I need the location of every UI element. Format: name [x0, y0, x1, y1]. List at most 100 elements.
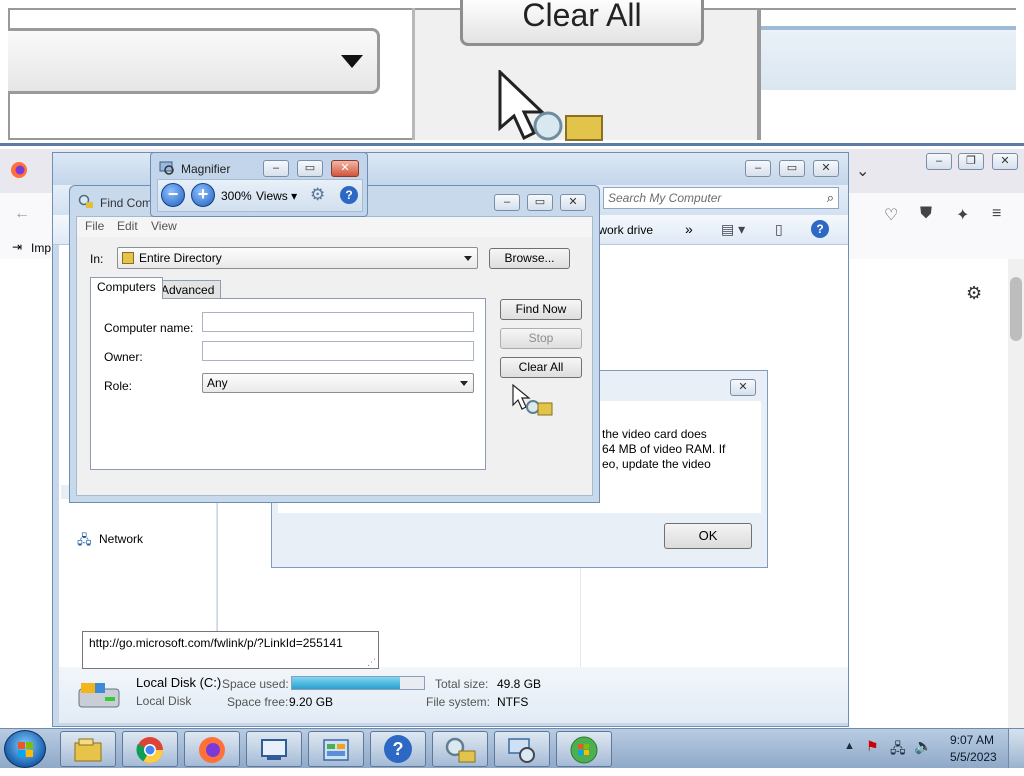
link-tooltip: http://go.microsoft.com/fwlink/p/?LinkId…	[82, 631, 379, 669]
taskbar: ? ▲ ⚑ 🖧 🔈 9:07 AM 5/5/2023	[0, 728, 1024, 768]
space-used-label: Space used:	[222, 677, 289, 691]
clear-all-button[interactable]: Clear All	[500, 357, 582, 378]
network-taskbar-icon[interactable]	[494, 731, 550, 767]
tab-list-chevron-icon[interactable]: ⌄	[856, 161, 869, 181]
in-location-value: Entire Directory	[139, 251, 222, 265]
magnifier-window: Magnifier – ▭ ✕ − + 300% Views ▾ ⚙ ?	[150, 152, 368, 217]
find-icon[interactable]	[432, 731, 488, 767]
firefox-taskbar-icon[interactable]	[184, 731, 240, 767]
role-dropdown[interactable]: Any	[202, 373, 474, 393]
show-hidden-icons-icon[interactable]: ▲	[844, 740, 855, 752]
pocket-icon[interactable]: ♡	[884, 205, 898, 225]
menu-icon[interactable]: ≡	[992, 205, 1001, 223]
owner-label: Owner:	[104, 350, 143, 364]
find-maximize-button[interactable]: ▭	[527, 194, 553, 211]
magnifier-help-icon[interactable]: ?	[340, 186, 358, 204]
menu-file[interactable]: File	[85, 219, 104, 233]
help-taskbar-icon[interactable]: ?	[370, 731, 426, 767]
magnifier-title: Magnifier	[181, 162, 231, 176]
network-status-icon[interactable]: 🖧	[890, 738, 906, 762]
windows-update-icon[interactable]	[556, 731, 612, 767]
more-commands-button[interactable]: »	[685, 221, 693, 237]
menu-edit[interactable]: Edit	[117, 219, 138, 233]
ublock-icon[interactable]: ⛊	[920, 205, 932, 223]
windows-logo-icon	[18, 742, 33, 757]
magnifier-lens-view: Clear All	[0, 0, 1024, 146]
browser-scroll-thumb[interactable]	[1010, 277, 1022, 341]
clock-date[interactable]: 5/5/2023	[950, 750, 997, 764]
browser-close-button[interactable]: ✕	[992, 153, 1018, 170]
space-free-label: Space free:	[227, 695, 289, 709]
find-minimize-button[interactable]: –	[494, 194, 520, 211]
explorer-minimize-button[interactable]: –	[745, 160, 771, 177]
clock-time[interactable]: 9:07 AM	[950, 733, 994, 747]
find-title-icon	[78, 194, 93, 208]
details-pane: Local Disk (C:) Local Disk Space used: S…	[59, 667, 848, 723]
preview-pane-icon[interactable]: ▯	[775, 221, 783, 238]
browse-button[interactable]: Browse...	[489, 248, 570, 269]
explorer-icon[interactable]	[60, 731, 116, 767]
nav-item-network[interactable]: Network	[99, 532, 143, 546]
space-used-fill	[292, 677, 401, 689]
stop-button: Stop	[500, 328, 582, 349]
find-dialog-title: Find Com	[100, 196, 153, 210]
volume-icon[interactable]: 🔈	[914, 737, 933, 755]
search-placeholder: Search My Computer	[608, 191, 722, 205]
lens-clear-all-button: Clear All	[460, 0, 704, 46]
total-size-value: 49.8 GB	[497, 677, 542, 691]
views-dropdown[interactable]: Views ▾	[256, 189, 297, 203]
extensions-icon[interactable]: ✦	[956, 205, 969, 225]
back-arrow-icon[interactable]: ←	[14, 205, 30, 223]
in-location-dropdown[interactable]: Entire Directory	[117, 247, 478, 269]
search-animation-icon	[512, 383, 553, 416]
magnifier-minimize-button[interactable]: –	[263, 160, 289, 177]
warning-line-2: 64 MB of video RAM. If	[602, 442, 726, 456]
lens-header-gradient	[761, 30, 1016, 90]
find-now-button[interactable]: Find Now	[500, 299, 582, 320]
start-button[interactable]	[4, 730, 46, 768]
warning-close-button[interactable]: ✕	[730, 379, 756, 396]
file-system-label: File system:	[426, 695, 491, 709]
menu-view[interactable]: View	[151, 219, 177, 233]
search-icon[interactable]: ⌕	[827, 190, 834, 206]
action-center-flag-icon[interactable]: ⚑	[866, 738, 879, 755]
role-value: Any	[207, 376, 228, 390]
search-input[interactable]: Search My Computer ⌕	[603, 187, 839, 209]
tab-computers[interactable]: Computers	[90, 277, 163, 299]
firefox-icon[interactable]	[10, 161, 28, 179]
browser-restore-button[interactable]: ❐	[958, 153, 984, 170]
gear-icon[interactable]: ⚙	[966, 283, 982, 304]
directory-icon	[122, 252, 134, 264]
control-panel-icon[interactable]	[308, 731, 364, 767]
computer-name-field[interactable]	[202, 312, 474, 332]
tab-advanced[interactable]: Advanced	[154, 280, 222, 300]
chrome-icon[interactable]	[122, 731, 178, 767]
find-close-button[interactable]: ✕	[560, 194, 586, 211]
view-options-icon[interactable]: ▤ ▾	[721, 221, 745, 238]
zoom-in-icon[interactable]: +	[191, 183, 215, 207]
gear-icon[interactable]: ⚙	[310, 185, 325, 205]
explorer-maximize-button[interactable]: ▭	[779, 160, 805, 177]
magnifier-toolbar: − + 300% Views ▾ ⚙ ?	[157, 179, 363, 212]
map-network-drive-button[interactable]: twork drive	[595, 223, 653, 237]
explorer-close-button[interactable]: ✕	[813, 160, 839, 177]
bookmark-import-icon: ⇥	[12, 240, 23, 254]
ok-button[interactable]: OK	[664, 523, 752, 549]
magnifier-maximize-button[interactable]: ▭	[297, 160, 323, 177]
in-label: In:	[90, 252, 104, 266]
lens-cursor-icon	[498, 70, 603, 141]
help-icon[interactable]: ?	[811, 220, 829, 238]
find-dialog-client: File Edit View In: Entire Directory Brow…	[76, 216, 593, 496]
find-menubar: File Edit View	[77, 217, 592, 237]
network-icon: 🖧	[77, 532, 92, 547]
owner-field[interactable]	[202, 341, 474, 361]
bookmark-import[interactable]: Imp	[31, 241, 51, 255]
browser-minimize-button[interactable]: –	[926, 153, 952, 170]
tooltip-text: http://go.microsoft.com/fwlink/p/?LinkId…	[89, 636, 343, 650]
magnifier-close-button[interactable]: ✕	[331, 160, 359, 177]
show-desktop-button[interactable]	[1008, 729, 1024, 768]
zoom-out-icon[interactable]: −	[161, 183, 185, 207]
remote-icon[interactable]	[246, 731, 302, 767]
disk-type: Local Disk	[136, 694, 192, 708]
zoom-level: 300%	[221, 189, 252, 203]
